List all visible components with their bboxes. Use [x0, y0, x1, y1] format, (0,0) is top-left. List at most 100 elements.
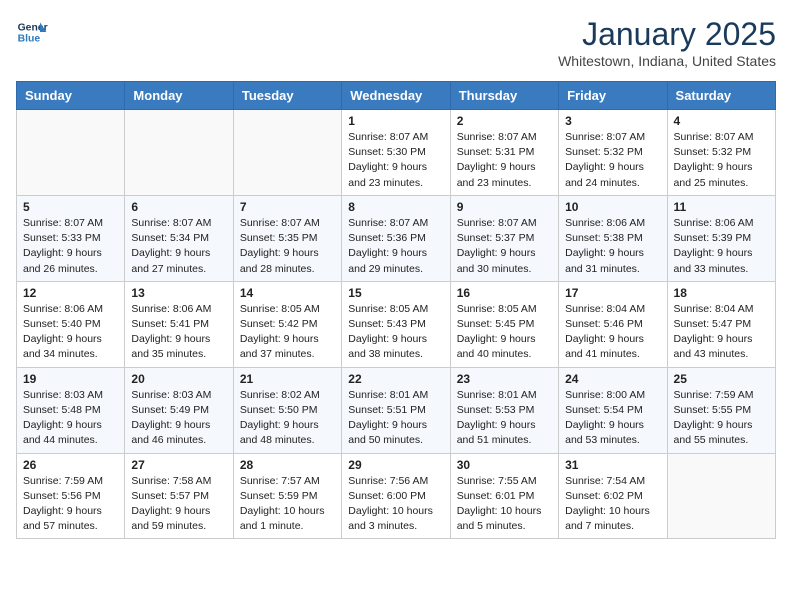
calendar-cell: 17 Sunrise: 8:04 AM Sunset: 5:46 PM Dayli…	[559, 281, 667, 367]
day-number: 11	[674, 200, 769, 214]
logo-icon: General Blue	[16, 16, 48, 48]
calendar-week-row: 1 Sunrise: 8:07 AM Sunset: 5:30 PM Daylig…	[17, 110, 776, 196]
day-info: Sunrise: 8:07 AM Sunset: 5:32 PM Dayligh…	[565, 130, 660, 191]
calendar-cell: 27Sunrise: 7:58 AM Sunset: 5:57 PM Dayli…	[125, 453, 233, 539]
calendar-header-row: SundayMondayTuesdayWednesdayThursdayFrid…	[17, 82, 776, 110]
month-year-title: January 2025	[558, 16, 776, 53]
day-info: Sunrise: 8:05 AM Sunset: 5:45 PM Dayligh…	[457, 302, 552, 363]
calendar-cell: 4Sunrise: 8:07 AM Sunset: 5:32 PM Daylig…	[667, 110, 775, 196]
day-number: 13	[131, 286, 226, 300]
day-number: 5	[23, 200, 118, 214]
calendar-cell: 20Sunrise: 8:03 AM Sunset: 5:49 PM Dayli…	[125, 367, 233, 453]
day-number: 15	[348, 286, 443, 300]
day-number: 26	[23, 458, 118, 472]
calendar-week-row: 12 Sunrise: 8:06 AM Sunset: 5:40 PM Dayli…	[17, 281, 776, 367]
day-number: 9	[457, 200, 552, 214]
day-info: Sunrise: 8:05 AM Sunset: 5:43 PM Dayligh…	[348, 302, 443, 363]
day-info: Sunrise: 8:01 AM Sunset: 5:53 PM Dayligh…	[457, 388, 552, 449]
calendar-cell: 7Sunrise: 8:07 AM Sunset: 5:35 PM Daylig…	[233, 195, 341, 281]
calendar-header-sunday: Sunday	[17, 82, 125, 110]
day-info: Sunrise: 8:01 AM Sunset: 5:51 PM Dayligh…	[348, 388, 443, 449]
calendar-cell	[233, 110, 341, 196]
calendar-cell: 29 Sunrise: 7:56 AM Sunset: 6:00 PM Dayli…	[342, 453, 450, 539]
day-info: Sunrise: 7:54 AM Sunset: 6:02 PM Dayligh…	[565, 474, 660, 535]
day-info: Sunrise: 8:02 AM Sunset: 5:50 PM Dayligh…	[240, 388, 335, 449]
day-info: Sunrise: 8:07 AM Sunset: 5:36 PM Dayligh…	[348, 216, 443, 277]
day-info: Sunrise: 8:07 AM Sunset: 5:30 PM Dayligh…	[348, 130, 443, 191]
day-info: Sunrise: 8:00 AM Sunset: 5:54 PM Dayligh…	[565, 388, 660, 449]
calendar-cell: 23 Sunrise: 8:01 AM Sunset: 5:53 PM Dayli…	[450, 367, 558, 453]
calendar-cell	[125, 110, 233, 196]
day-number: 4	[674, 114, 769, 128]
calendar-cell: 19 Sunrise: 8:03 AM Sunset: 5:48 PM Dayli…	[17, 367, 125, 453]
day-number: 22	[348, 372, 443, 386]
calendar-cell: 28 Sunrise: 7:57 AM Sunset: 5:59 PM Dayli…	[233, 453, 341, 539]
logo: General Blue	[16, 16, 48, 48]
svg-text:Blue: Blue	[18, 34, 41, 45]
day-number: 29	[348, 458, 443, 472]
day-info: Sunrise: 7:57 AM Sunset: 5:59 PM Dayligh…	[240, 474, 335, 535]
calendar-cell: 25Sunrise: 7:59 AM Sunset: 5:55 PM Dayli…	[667, 367, 775, 453]
calendar-cell: 21 Sunrise: 8:02 AM Sunset: 5:50 PM Dayli…	[233, 367, 341, 453]
calendar-header-thursday: Thursday	[450, 82, 558, 110]
calendar-header-monday: Monday	[125, 82, 233, 110]
calendar-cell: 10Sunrise: 8:06 AM Sunset: 5:38 PM Dayli…	[559, 195, 667, 281]
calendar-cell: 26 Sunrise: 7:59 AM Sunset: 5:56 PM Dayli…	[17, 453, 125, 539]
calendar-cell: 15 Sunrise: 8:05 AM Sunset: 5:43 PM Dayli…	[342, 281, 450, 367]
day-info: Sunrise: 8:07 AM Sunset: 5:31 PM Dayligh…	[457, 130, 552, 191]
page-header: General Blue January 2025 Whitestown, In…	[16, 16, 776, 69]
day-info: Sunrise: 8:04 AM Sunset: 5:47 PM Dayligh…	[674, 302, 769, 363]
calendar-cell: 3 Sunrise: 8:07 AM Sunset: 5:32 PM Daylig…	[559, 110, 667, 196]
day-number: 17	[565, 286, 660, 300]
day-info: Sunrise: 8:06 AM Sunset: 5:40 PM Dayligh…	[23, 302, 118, 363]
day-number: 30	[457, 458, 552, 472]
day-info: Sunrise: 8:06 AM Sunset: 5:39 PM Dayligh…	[674, 216, 769, 277]
day-info: Sunrise: 7:55 AM Sunset: 6:01 PM Dayligh…	[457, 474, 552, 535]
calendar-cell: 9 Sunrise: 8:07 AM Sunset: 5:37 PM Daylig…	[450, 195, 558, 281]
calendar-week-row: 19 Sunrise: 8:03 AM Sunset: 5:48 PM Dayli…	[17, 367, 776, 453]
day-number: 24	[565, 372, 660, 386]
day-info: Sunrise: 8:07 AM Sunset: 5:37 PM Dayligh…	[457, 216, 552, 277]
calendar-cell: 5Sunrise: 8:07 AM Sunset: 5:33 PM Daylig…	[17, 195, 125, 281]
calendar-cell: 12 Sunrise: 8:06 AM Sunset: 5:40 PM Dayli…	[17, 281, 125, 367]
day-number: 25	[674, 372, 769, 386]
calendar-cell: 8 Sunrise: 8:07 AM Sunset: 5:36 PM Daylig…	[342, 195, 450, 281]
day-info: Sunrise: 8:03 AM Sunset: 5:48 PM Dayligh…	[23, 388, 118, 449]
day-number: 23	[457, 372, 552, 386]
day-info: Sunrise: 8:05 AM Sunset: 5:42 PM Dayligh…	[240, 302, 335, 363]
calendar-cell: 14 Sunrise: 8:05 AM Sunset: 5:42 PM Dayli…	[233, 281, 341, 367]
calendar-cell	[667, 453, 775, 539]
calendar-cell: 6Sunrise: 8:07 AM Sunset: 5:34 PM Daylig…	[125, 195, 233, 281]
day-number: 3	[565, 114, 660, 128]
day-number: 14	[240, 286, 335, 300]
day-number: 2	[457, 114, 552, 128]
calendar-cell: 1 Sunrise: 8:07 AM Sunset: 5:30 PM Daylig…	[342, 110, 450, 196]
day-number: 12	[23, 286, 118, 300]
day-info: Sunrise: 8:04 AM Sunset: 5:46 PM Dayligh…	[565, 302, 660, 363]
day-info: Sunrise: 7:56 AM Sunset: 6:00 PM Dayligh…	[348, 474, 443, 535]
day-number: 18	[674, 286, 769, 300]
calendar-cell: 16 Sunrise: 8:05 AM Sunset: 5:45 PM Dayli…	[450, 281, 558, 367]
calendar-cell: 2 Sunrise: 8:07 AM Sunset: 5:31 PM Daylig…	[450, 110, 558, 196]
calendar-cell: 11 Sunrise: 8:06 AM Sunset: 5:39 PM Dayli…	[667, 195, 775, 281]
day-number: 8	[348, 200, 443, 214]
calendar-header-tuesday: Tuesday	[233, 82, 341, 110]
location-subtitle: Whitestown, Indiana, United States	[558, 53, 776, 69]
calendar-cell: 13 Sunrise: 8:06 AM Sunset: 5:41 PM Dayli…	[125, 281, 233, 367]
day-number: 28	[240, 458, 335, 472]
day-info: Sunrise: 8:06 AM Sunset: 5:41 PM Dayligh…	[131, 302, 226, 363]
day-info: Sunrise: 7:59 AM Sunset: 5:56 PM Dayligh…	[23, 474, 118, 535]
calendar-week-row: 5Sunrise: 8:07 AM Sunset: 5:33 PM Daylig…	[17, 195, 776, 281]
day-number: 21	[240, 372, 335, 386]
calendar-cell: 18 Sunrise: 8:04 AM Sunset: 5:47 PM Dayli…	[667, 281, 775, 367]
calendar-header-friday: Friday	[559, 82, 667, 110]
calendar-header-wednesday: Wednesday	[342, 82, 450, 110]
day-info: Sunrise: 8:07 AM Sunset: 5:34 PM Dayligh…	[131, 216, 226, 277]
day-number: 16	[457, 286, 552, 300]
day-info: Sunrise: 8:06 AM Sunset: 5:38 PM Dayligh…	[565, 216, 660, 277]
day-number: 31	[565, 458, 660, 472]
day-info: Sunrise: 7:58 AM Sunset: 5:57 PM Dayligh…	[131, 474, 226, 535]
day-number: 19	[23, 372, 118, 386]
day-info: Sunrise: 8:03 AM Sunset: 5:49 PM Dayligh…	[131, 388, 226, 449]
day-number: 1	[348, 114, 443, 128]
